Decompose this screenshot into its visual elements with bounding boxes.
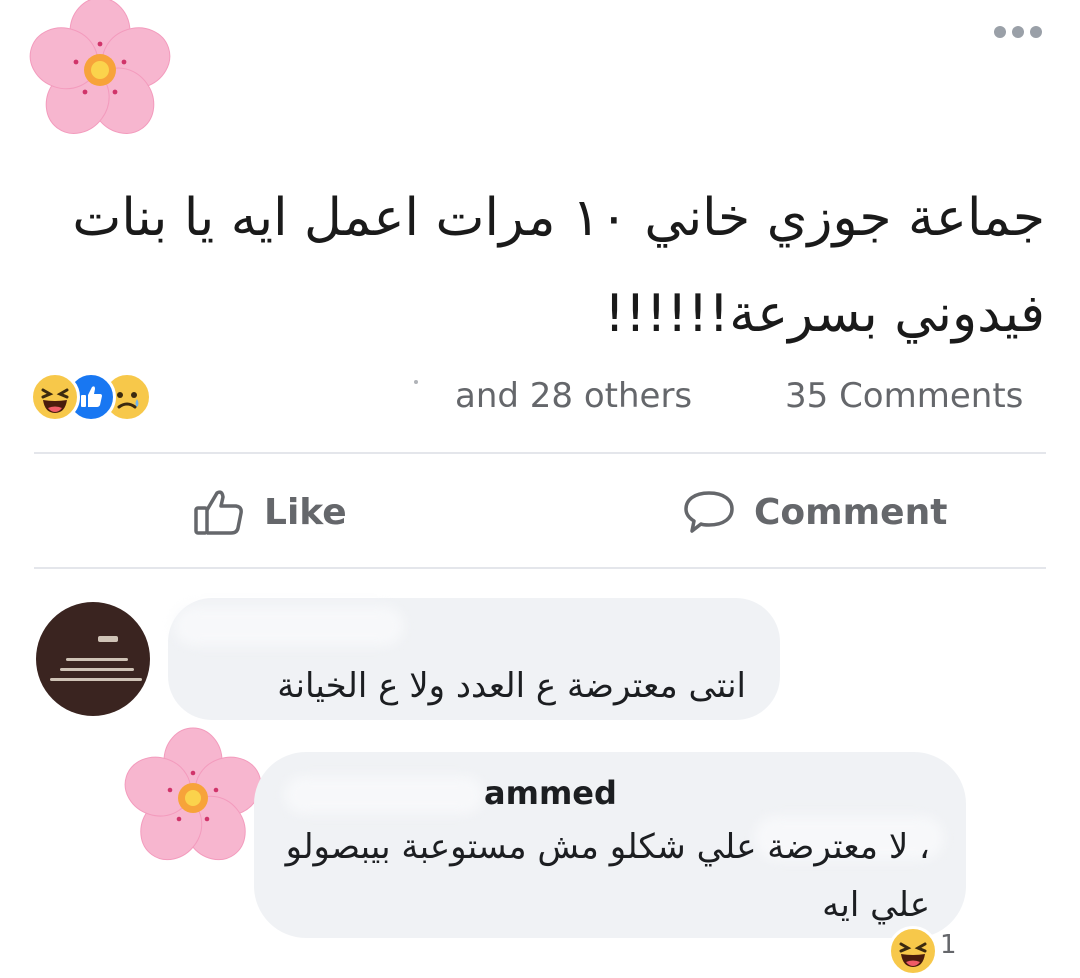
redacted-name <box>174 606 404 646</box>
reactions-summary[interactable] <box>30 372 180 422</box>
speech-bubble-icon <box>684 491 734 533</box>
comments-count[interactable]: 35 Comments <box>785 376 1023 416</box>
like-button[interactable]: Like <box>192 480 347 544</box>
like-button-label: Like <box>264 491 347 533</box>
divider-bottom <box>34 567 1046 569</box>
comment-text: انتى معترضة ع العدد ولا ع الخيانة <box>277 666 746 706</box>
reply-author[interactable]: ammed <box>484 774 617 812</box>
comment-button[interactable]: Comment <box>682 480 947 544</box>
stats-separator <box>414 380 418 384</box>
haha-icon <box>30 372 80 422</box>
redacted-name <box>284 776 484 814</box>
post-text: جماعة جوزي خاني ١٠ مرات اعمل ايه يا بنات… <box>72 188 1045 344</box>
divider-top <box>34 452 1046 454</box>
reply-flower-avatar[interactable] <box>118 722 268 868</box>
comment-button-label: Comment <box>754 491 948 533</box>
commenter-avatar[interactable] <box>36 602 150 716</box>
thumbs-up-icon <box>194 490 243 535</box>
profile-flower-avatar[interactable] <box>22 0 178 146</box>
reply-reaction-count: 1 <box>940 930 957 960</box>
reactions-others-text[interactable]: and 28 others <box>455 376 692 416</box>
haha-icon[interactable] <box>888 926 938 976</box>
reply-text: ، لا معترضة علي شكلو مش مستوعبة بيبصولو … <box>285 827 930 925</box>
more-options-icon[interactable] <box>990 18 1050 48</box>
